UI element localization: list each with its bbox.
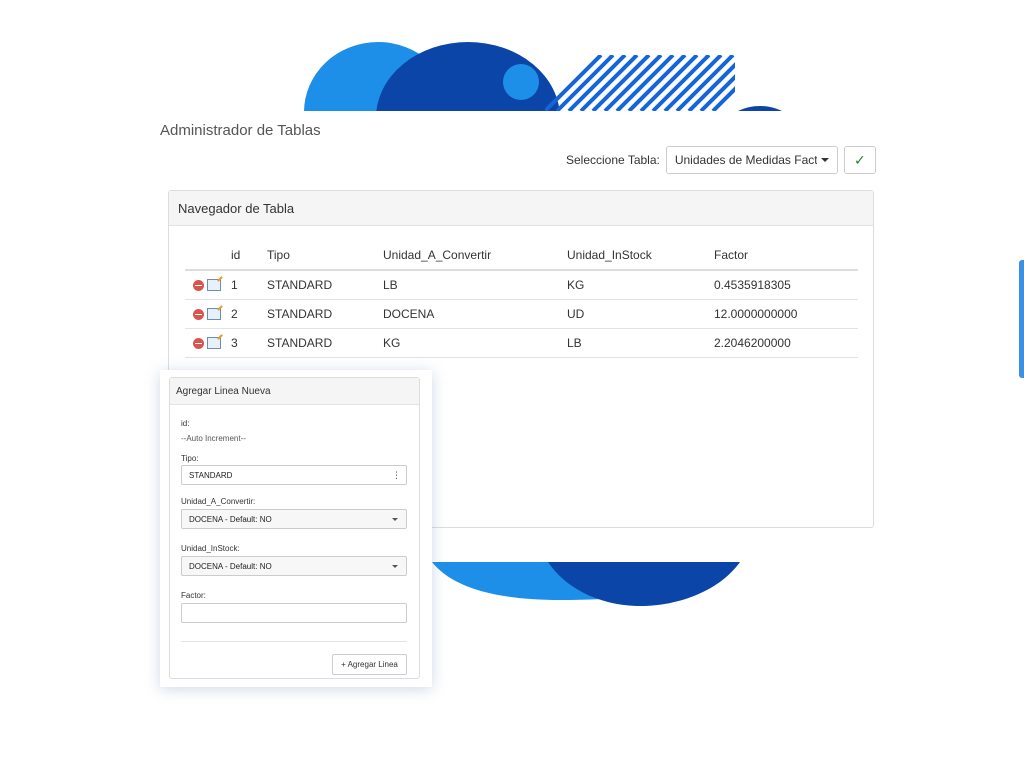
unidad-a-convertir-value: DOCENA - Default: NO — [189, 514, 272, 524]
add-line-button-label: + Agregar Linea — [341, 660, 398, 669]
cell-unidad-a-convertir: LB — [383, 270, 567, 300]
column-header-actions — [185, 241, 231, 271]
edit-row-icon[interactable] — [207, 308, 221, 320]
cell-factor: 12.0000000000 — [714, 299, 858, 329]
check-icon: ✓ — [853, 151, 866, 168]
add-line-form: Agregar Linea Nueva id: --Auto Increment… — [169, 377, 420, 679]
delete-row-icon[interactable] — [193, 337, 204, 349]
edit-row-icon[interactable] — [207, 337, 221, 349]
table-select-value: Unidades de Medidas Factore — [674, 153, 817, 167]
column-header-unidad-instock: Unidad_InStock — [567, 241, 714, 271]
cell-factor: 0.4535918305 — [714, 270, 858, 300]
cell-unidad-instock: UD — [567, 299, 714, 329]
form-divider — [181, 641, 407, 642]
table-row: 2 STANDARD DOCENA UD 12.0000000000 — [185, 299, 858, 329]
cell-factor: 2.2046200000 — [714, 328, 858, 358]
delete-row-icon[interactable] — [193, 279, 204, 291]
tipo-field-value: STANDARD — [189, 470, 233, 480]
cell-unidad-instock: LB — [567, 328, 714, 358]
caret-down-icon — [820, 158, 829, 162]
unidad-a-convertir-label: Unidad_A_Convertir: — [181, 497, 256, 506]
cell-unidad-a-convertir: KG — [383, 328, 567, 358]
table-row: 1 STANDARD LB KG 0.4535918305 — [185, 270, 858, 300]
factor-label: Factor: — [181, 591, 206, 600]
edit-row-icon[interactable] — [207, 279, 221, 291]
tipo-field[interactable]: STANDARD ⋮ — [181, 465, 407, 485]
cell-tipo: STANDARD — [267, 299, 383, 329]
column-header-unidad-a-convertir: Unidad_A_Convertir — [383, 241, 567, 271]
cell-tipo: STANDARD — [267, 328, 383, 358]
add-line-card: Agregar Linea Nueva id: --Auto Increment… — [160, 370, 432, 687]
tipo-label: Tipo: — [181, 454, 199, 463]
id-value: --Auto Increment-- — [181, 434, 246, 443]
table-select-dropdown[interactable]: Unidades de Medidas Factore — [665, 146, 838, 174]
table-selector-row: Seleccione Tabla: Unidades de Medidas Fa… — [566, 146, 876, 174]
more-options-icon[interactable]: ⋮ — [392, 470, 401, 480]
cell-unidad-a-convertir: DOCENA — [383, 299, 567, 329]
cell-id: 1 — [231, 270, 267, 300]
table-header-row: id Tipo Unidad_A_Convertir Unidad_InStoc… — [185, 241, 858, 271]
delete-row-icon[interactable] — [193, 308, 204, 320]
data-table: id Tipo Unidad_A_Convertir Unidad_InStoc… — [185, 241, 858, 358]
form-title: Agregar Linea Nueva — [170, 378, 419, 405]
column-header-factor: Factor — [714, 241, 858, 271]
page-title: Administrador de Tablas — [160, 122, 321, 139]
unidad-instock-select[interactable]: DOCENA - Default: NO — [181, 556, 407, 576]
add-line-button[interactable]: + Agregar Linea — [332, 654, 407, 675]
id-label: id: — [181, 419, 190, 428]
unidad-instock-label: Unidad_InStock: — [181, 544, 240, 553]
table-row: 3 STANDARD KG LB 2.2046200000 — [185, 328, 858, 358]
chevron-down-icon — [392, 565, 398, 568]
column-header-id: id — [231, 241, 267, 271]
unidad-instock-value: DOCENA - Default: NO — [189, 561, 272, 571]
column-header-tipo: Tipo — [267, 241, 383, 271]
confirm-table-button[interactable]: ✓ — [843, 146, 876, 174]
navigator-title: Navegador de Tabla — [169, 191, 873, 226]
chevron-down-icon — [392, 518, 398, 521]
table-selector-label: Seleccione Tabla: — [566, 153, 660, 167]
cell-id: 3 — [231, 328, 267, 358]
cell-id: 2 — [231, 299, 267, 329]
unidad-a-convertir-select[interactable]: DOCENA - Default: NO — [181, 509, 407, 529]
cell-unidad-instock: KG — [567, 270, 714, 300]
side-tab — [1019, 260, 1024, 378]
factor-input[interactable] — [181, 603, 407, 623]
cell-tipo: STANDARD — [267, 270, 383, 300]
